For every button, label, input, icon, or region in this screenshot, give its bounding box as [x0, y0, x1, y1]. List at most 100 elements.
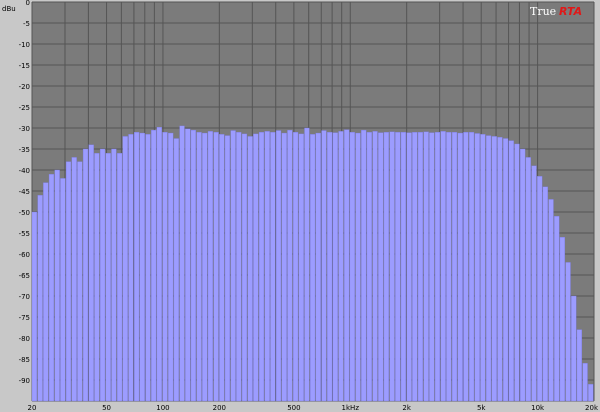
spectrum-bar: [355, 132, 361, 402]
y-axis-label: dBu: [2, 5, 16, 13]
spectrum-bar: [287, 129, 293, 402]
spectrum-bar: [156, 127, 162, 402]
spectrum-bar: [508, 140, 514, 402]
spectrum-bar: [451, 132, 458, 402]
y-tick-label: -50: [19, 209, 30, 217]
spectrum-bar: [270, 132, 276, 402]
x-tick-label: 10k: [531, 404, 545, 412]
spectrum-bar: [224, 135, 231, 402]
y-tick-label: -5: [23, 20, 30, 28]
spectrum-bar: [88, 144, 94, 402]
spectrum-bar: [111, 148, 117, 402]
spectrum-bars: [31, 125, 594, 402]
spectrum-bar: [304, 127, 310, 402]
spectrum-bar: [429, 132, 435, 402]
spectrum-bar: [82, 148, 89, 402]
spectrum-bar: [349, 132, 355, 402]
spectrum-bar: [514, 143, 520, 402]
x-tick-label: 1kHz: [342, 404, 360, 412]
y-tick-label: -45: [19, 188, 30, 196]
y-tick-label: -35: [19, 146, 30, 154]
spectrum-bar: [338, 131, 344, 402]
x-tick-label: 500: [287, 404, 300, 412]
spectrum-bar: [400, 132, 407, 402]
y-tick-label: -30: [19, 125, 30, 133]
y-tick-label: 0: [26, 0, 30, 7]
spectrum-bar: [361, 129, 367, 402]
spectrum-bar: [173, 138, 179, 402]
spectrum-bar: [94, 153, 100, 402]
spectrum-bar: [253, 133, 259, 402]
spectrum-bar: [151, 129, 157, 402]
x-tick-label: 5k: [477, 404, 486, 412]
spectrum-bar: [440, 131, 446, 402]
spectrum-bar: [281, 132, 287, 402]
spectrum-bar: [554, 216, 560, 402]
spectrum-bar: [434, 132, 441, 402]
spectrum-bar: [542, 186, 548, 402]
spectrum-bar: [230, 130, 236, 402]
spectrum-bar: [503, 138, 509, 402]
spectrum-bar: [474, 133, 480, 402]
spectrum-bar: [463, 132, 469, 402]
spectrum-bar: [298, 133, 304, 402]
spectrum-bar: [219, 134, 225, 402]
spectrum-bar: [315, 132, 321, 402]
y-tick-label: -70: [19, 293, 30, 301]
x-tick-label: 2k: [402, 404, 411, 412]
x-axis-ticks: 20 50 100 200 500 1kHz 2k 5k 10k 20k: [28, 404, 599, 412]
x-tick-label: 100: [156, 404, 169, 412]
x-tick-label: 200: [213, 404, 226, 412]
spectrum-bar: [54, 169, 60, 402]
spectrum-bar: [383, 132, 389, 402]
spectrum-bar: [310, 134, 316, 402]
y-axis-ticks: 0 -5 -10 -15 -20 -25 -30 -35 -40 -45 -50 -55 -60 -65 -…: [19, 0, 30, 385]
spectrum-bar: [60, 178, 66, 402]
spectrum-bar: [128, 134, 134, 402]
spectrum-bar: [412, 132, 418, 402]
spectrum-bar: [99, 148, 106, 402]
spectrum-bar: [531, 165, 537, 402]
x-tick-label: 50: [102, 404, 111, 412]
spectrum-bar: [185, 128, 191, 402]
spectrum-bar: [332, 132, 338, 402]
spectrum-bar: [389, 131, 395, 402]
truerta-logo: True RTA: [530, 5, 582, 18]
spectrum-bar: [190, 129, 196, 402]
spectrum-bar: [576, 329, 582, 402]
spectrum-bar: [559, 237, 565, 402]
spectrum-bar: [31, 211, 38, 402]
spectrum-bar: [525, 157, 531, 402]
spectrum-bar: [117, 153, 123, 402]
spectrum-bar: [207, 131, 214, 402]
spectrum-bar: [196, 132, 202, 402]
y-tick-label: -65: [19, 272, 30, 280]
spectrum-bar: [520, 148, 526, 402]
spectrum-bar: [179, 125, 185, 402]
spectrum-bar: [105, 153, 111, 402]
spectrum-bar: [480, 134, 486, 402]
spectrum-bar: [134, 132, 140, 402]
spectrum-bar: [457, 132, 463, 402]
spectrum-bar: [378, 132, 384, 402]
spectrum-bar: [241, 133, 248, 402]
spectrum-bar: [395, 132, 401, 402]
y-tick-label: -80: [19, 335, 30, 343]
spectrum-bar: [48, 174, 55, 402]
spectrum-bar: [468, 132, 475, 402]
spectrum-bar: [247, 136, 253, 402]
spectrum-bar: [406, 132, 412, 402]
spectrum-bar: [548, 199, 554, 402]
y-tick-label: -60: [19, 251, 30, 259]
y-tick-label: -10: [19, 41, 30, 49]
spectrum-bar: [71, 157, 77, 402]
spectrum-bar: [43, 182, 49, 402]
x-tick-label: 20: [28, 404, 37, 412]
spectrum-bar: [202, 132, 208, 402]
rta-spectrum-chart: 0 -5 -10 -15 -20 -25 -30 -35 -40 -45 -50 -55 -60 -65 -…: [2, 0, 599, 412]
y-tick-label: -15: [19, 62, 30, 70]
spectrum-bar: [275, 130, 282, 402]
spectrum-bar: [37, 195, 43, 402]
spectrum-bar: [491, 136, 497, 402]
spectrum-bar: [417, 132, 424, 402]
